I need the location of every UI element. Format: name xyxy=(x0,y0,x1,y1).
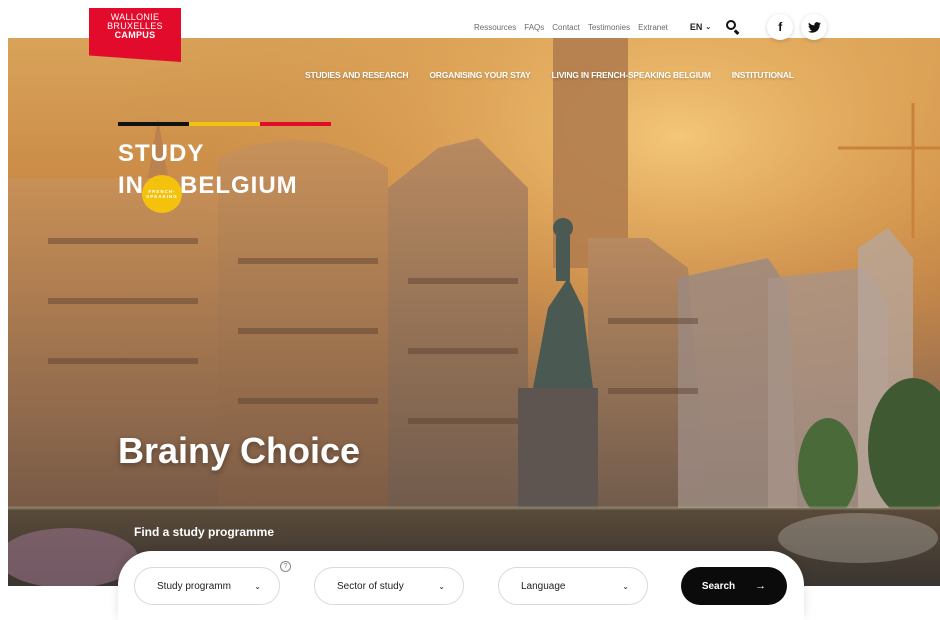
find-programme-label: Find a study programme xyxy=(134,525,275,539)
flag-bar xyxy=(118,122,331,126)
flag-black xyxy=(118,122,189,126)
chevron-down-icon: ⌄ xyxy=(438,581,445,591)
speech-bubble-icon: FRENCH-SPEAKING xyxy=(142,175,182,213)
twitter-icon[interactable] xyxy=(801,14,828,40)
page: WALLONIE BRUXELLES CAMPUS Ressources FAQ… xyxy=(0,0,940,620)
bubble-label: FRENCH-SPEAKING xyxy=(146,189,178,199)
study-in-belgium-logo: STUDY IN FRENCH-SPEAKING BELGIUM xyxy=(118,140,298,213)
search-icon[interactable] xyxy=(725,19,741,35)
top-bar: Ressources FAQs Contact Testimonies Extr… xyxy=(474,14,828,40)
chevron-down-icon: ⌄ xyxy=(254,581,261,591)
search-button-label: Search xyxy=(701,580,736,592)
search-button[interactable]: Search → xyxy=(681,567,787,605)
toplink-resources[interactable]: Ressources xyxy=(474,23,516,32)
toplink-extranet[interactable]: Extranet xyxy=(638,23,668,32)
language-selector[interactable]: EN ⌄ xyxy=(690,22,711,32)
toplink-testimonies[interactable]: Testimonies xyxy=(588,23,630,32)
arrow-right-icon: → xyxy=(755,580,767,592)
hero-image xyxy=(8,38,940,586)
hero-city-photo xyxy=(8,38,940,586)
brand-line-belgium: BELGIUM xyxy=(180,172,298,199)
toplink-contact[interactable]: Contact xyxy=(552,23,580,32)
hero-tagline: Brainy Choice xyxy=(118,430,361,471)
brand-line-in: IN xyxy=(118,172,144,199)
wbc-logo[interactable]: WALLONIE BRUXELLES CAMPUS xyxy=(89,8,181,62)
info-icon[interactable]: ? xyxy=(280,561,291,572)
chevron-down-icon: ⌄ xyxy=(705,24,712,31)
chevron-down-icon: ⌄ xyxy=(622,581,629,591)
main-nav: STUDIES AND RESEARCH ORGANISING YOUR STA… xyxy=(305,70,794,80)
toplink-faqs[interactable]: FAQs xyxy=(524,23,544,32)
sector-value: Sector of study xyxy=(337,580,404,592)
language-value: Language xyxy=(521,580,566,592)
nav-studies-research[interactable]: STUDIES AND RESEARCH xyxy=(305,70,409,80)
language-select[interactable]: Language ⌄ xyxy=(498,567,648,605)
facebook-icon[interactable]: f xyxy=(767,14,794,40)
logo-line-3: CAMPUS xyxy=(114,30,156,40)
search-panel: Study programme ⌄ ? Sector of study ⌄ La… xyxy=(118,551,804,620)
study-programme-select[interactable]: Study programme ⌄ xyxy=(134,567,280,605)
brand-line-study: STUDY xyxy=(118,140,205,167)
study-programme-value: Study programme xyxy=(157,580,231,592)
sector-select[interactable]: Sector of study ⌄ xyxy=(314,567,464,605)
flag-red xyxy=(260,122,331,126)
nav-institutional[interactable]: INSTITUTIONAL xyxy=(732,70,794,80)
nav-living-belgium[interactable]: LIVING IN FRENCH-SPEAKING BELGIUM xyxy=(552,70,711,80)
language-label: EN xyxy=(689,22,703,32)
flag-yellow xyxy=(189,122,260,126)
nav-organising-stay[interactable]: ORGANISING YOUR STAY xyxy=(429,70,530,80)
